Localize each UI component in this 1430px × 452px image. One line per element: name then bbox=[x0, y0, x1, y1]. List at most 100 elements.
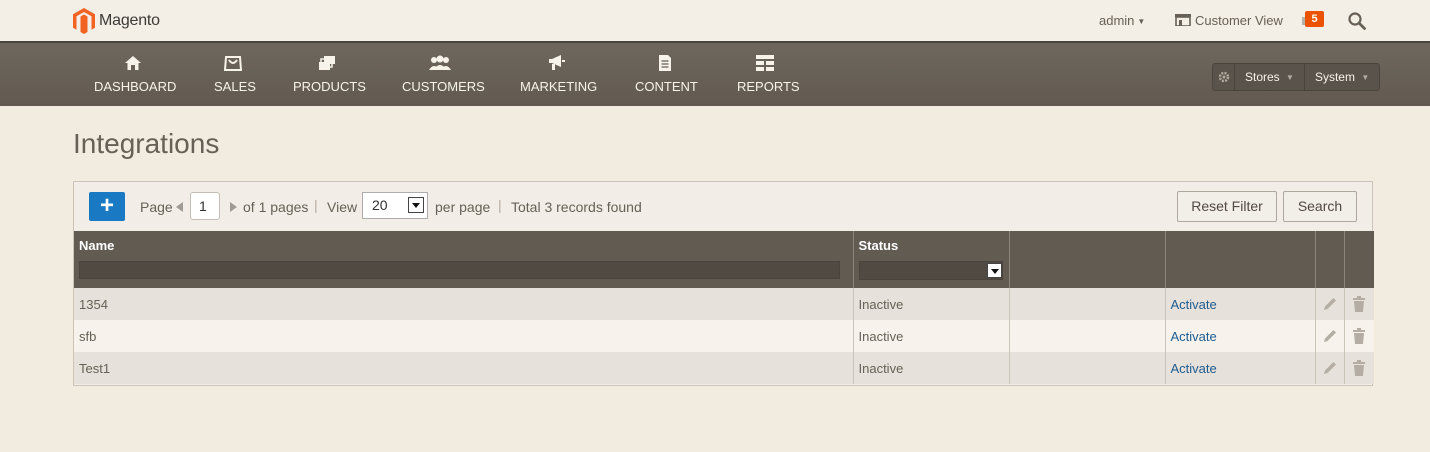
table-row: 1354 Inactive Activate bbox=[74, 288, 1374, 320]
home-icon bbox=[125, 56, 141, 70]
cell-status: Inactive bbox=[853, 320, 1010, 352]
grid-toolbar: + Page 1 of 1 pages | View 20 per page |… bbox=[74, 182, 1372, 232]
nav-label: CONTENT bbox=[635, 79, 698, 94]
cell-empty bbox=[1009, 320, 1166, 352]
per-page-select[interactable]: 20 bbox=[362, 192, 428, 219]
nav-label: MARKETING bbox=[520, 79, 598, 94]
main-navigation: DASHBOARD SALES PRODUCTS CUSTOMERS MARKE… bbox=[0, 41, 1430, 106]
column-header-activate bbox=[1165, 231, 1316, 288]
trash-icon[interactable] bbox=[1352, 296, 1366, 312]
page-number-input[interactable]: 1 bbox=[190, 192, 220, 220]
customer-view-link[interactable]: Customer View bbox=[1195, 13, 1283, 28]
previous-page-icon[interactable] bbox=[176, 202, 183, 212]
nav-label: REPORTS bbox=[737, 79, 800, 94]
system-label: System bbox=[1314, 70, 1355, 84]
nav-label: DASHBOARD bbox=[94, 79, 177, 94]
logo-text: Magento bbox=[99, 12, 160, 29]
caret-down-icon: ▼ bbox=[1286, 72, 1294, 82]
column-header-empty bbox=[1009, 231, 1166, 288]
products-icon bbox=[318, 56, 335, 70]
customers-icon bbox=[429, 55, 451, 70]
cell-name: 1354 bbox=[74, 288, 854, 320]
system-menu: Stores ▼ System ▼ bbox=[1212, 63, 1381, 91]
total-records-text: Total 3 records found bbox=[511, 199, 642, 215]
cell-edit bbox=[1315, 352, 1345, 384]
store-icon bbox=[1175, 14, 1191, 26]
column-header-delete bbox=[1344, 231, 1374, 288]
nav-item-reports[interactable]: REPORTS bbox=[737, 43, 800, 106]
table-header-row: Name Status bbox=[74, 231, 1374, 288]
caret-down-icon: ▼ bbox=[1361, 72, 1370, 82]
cell-activate: Activate bbox=[1165, 352, 1316, 384]
magento-logo[interactable]: Magento bbox=[73, 8, 160, 34]
cell-status: Inactive bbox=[853, 352, 1010, 384]
column-header-status[interactable]: Status bbox=[853, 231, 1010, 288]
magento-logo-icon bbox=[73, 8, 95, 34]
reports-icon bbox=[756, 55, 774, 71]
per-page-value: 20 bbox=[372, 197, 388, 213]
cell-edit bbox=[1315, 288, 1345, 320]
integrations-grid: + Page 1 of 1 pages | View 20 per page |… bbox=[73, 181, 1374, 386]
nav-label: SALES bbox=[214, 79, 256, 94]
cell-status: Inactive bbox=[853, 288, 1010, 320]
stores-menu-button[interactable]: Stores ▼ bbox=[1235, 64, 1305, 90]
cell-delete bbox=[1344, 320, 1374, 352]
column-header-name[interactable]: Name bbox=[74, 231, 854, 288]
sales-icon bbox=[223, 56, 242, 71]
caret-down-icon: ▼ bbox=[1137, 17, 1146, 27]
pencil-icon[interactable] bbox=[1322, 360, 1338, 376]
gear-icon[interactable] bbox=[1213, 64, 1235, 90]
nav-item-products[interactable]: PRODUCTS bbox=[293, 43, 366, 106]
nav-item-marketing[interactable]: MARKETING bbox=[520, 43, 598, 106]
page-label: Page bbox=[140, 199, 173, 215]
nav-item-content[interactable]: CONTENT bbox=[635, 43, 698, 106]
cell-name: sfb bbox=[74, 320, 854, 352]
system-menu-button[interactable]: System ▼ bbox=[1305, 64, 1379, 90]
nav-item-sales[interactable]: SALES bbox=[214, 43, 256, 106]
table-row: Test1 Inactive Activate bbox=[74, 352, 1374, 384]
cell-activate: Activate bbox=[1165, 288, 1316, 320]
nav-label: PRODUCTS bbox=[293, 79, 366, 94]
pencil-icon[interactable] bbox=[1322, 328, 1338, 344]
search-icon[interactable] bbox=[1348, 12, 1366, 30]
activate-link[interactable]: Activate bbox=[1171, 297, 1217, 312]
cell-delete bbox=[1344, 352, 1374, 384]
column-header-label: Status bbox=[858, 238, 899, 253]
trash-icon[interactable] bbox=[1352, 328, 1366, 344]
activate-link[interactable]: Activate bbox=[1171, 361, 1217, 376]
table-row: sfb Inactive Activate bbox=[74, 320, 1374, 352]
name-filter-input[interactable] bbox=[79, 261, 840, 279]
cell-delete bbox=[1344, 288, 1374, 320]
cell-empty bbox=[1009, 288, 1166, 320]
reset-filter-button[interactable]: Reset Filter bbox=[1177, 191, 1277, 222]
trash-icon[interactable] bbox=[1352, 360, 1366, 376]
dropdown-arrow-icon bbox=[408, 197, 424, 213]
page-count-text: of 1 pages bbox=[243, 199, 309, 215]
separator: | bbox=[314, 197, 318, 213]
per-page-label: per page bbox=[435, 199, 491, 215]
next-page-icon[interactable] bbox=[230, 202, 237, 212]
cell-edit bbox=[1315, 320, 1345, 352]
column-header-edit bbox=[1315, 231, 1345, 288]
status-filter-select[interactable] bbox=[858, 261, 1003, 280]
integrations-table: Name Status 1354 Inactive Activate sfb I… bbox=[74, 231, 1374, 384]
nav-item-customers[interactable]: CUSTOMERS bbox=[402, 43, 485, 106]
page-title: Integrations bbox=[73, 128, 220, 159]
admin-header: Magento admin ▼ Customer View 5 bbox=[0, 0, 1430, 41]
stores-label: Stores bbox=[1245, 70, 1280, 84]
separator: | bbox=[498, 197, 502, 213]
notification-count-badge[interactable]: 5 bbox=[1305, 11, 1324, 27]
cell-activate: Activate bbox=[1165, 320, 1316, 352]
view-label: View bbox=[327, 199, 358, 215]
admin-username: admin bbox=[1099, 13, 1135, 28]
nav-item-dashboard[interactable]: DASHBOARD bbox=[94, 43, 177, 106]
admin-user-menu[interactable]: admin ▼ bbox=[1099, 13, 1145, 28]
marketing-icon bbox=[549, 55, 565, 70]
search-button[interactable]: Search bbox=[1283, 191, 1357, 222]
activate-link[interactable]: Activate bbox=[1171, 329, 1217, 344]
column-header-label: Name bbox=[79, 238, 115, 253]
nav-label: CUSTOMERS bbox=[402, 79, 485, 94]
content-icon bbox=[659, 55, 671, 71]
pencil-icon[interactable] bbox=[1322, 296, 1338, 312]
add-integration-button[interactable]: + bbox=[89, 192, 125, 221]
